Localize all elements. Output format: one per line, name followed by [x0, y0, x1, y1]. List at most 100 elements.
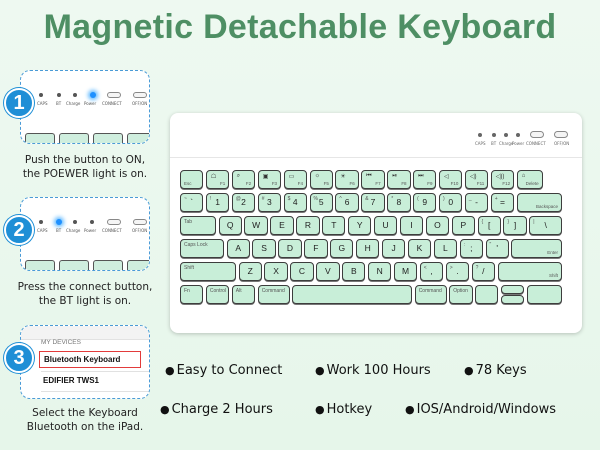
letter-key[interactable]: D: [278, 239, 302, 258]
key-label: F1: [220, 181, 226, 186]
letter-key[interactable]: N: [368, 262, 392, 281]
offon-label: OFF/ON: [132, 228, 148, 233]
shift-key-right[interactable]: Shift: [497, 262, 562, 281]
number-key[interactable]: * 8: [387, 193, 411, 212]
device-bluetooth-keyboard[interactable]: Bluetooth Keyboard: [44, 355, 120, 364]
letter-key[interactable]: L: [433, 239, 458, 258]
letter-key[interactable]: V: [316, 262, 340, 281]
number-key[interactable]: @2: [231, 193, 256, 212]
esc-key[interactable]: Esc: [180, 170, 204, 189]
punctuation-key[interactable]: ? /: [471, 262, 495, 281]
number-key[interactable]: ^ 6: [335, 193, 359, 212]
control-key[interactable]: Control: [205, 285, 230, 304]
letter-key[interactable]: P: [451, 216, 475, 235]
letter-key[interactable]: C: [290, 262, 314, 281]
letter-key[interactable]: K: [407, 239, 432, 258]
number-key[interactable]: _ -: [464, 193, 489, 212]
function-key[interactable]: ⏭ F9: [413, 170, 437, 189]
letter-key[interactable]: Q: [218, 216, 242, 235]
punctuation-key[interactable]: {[: [477, 216, 501, 235]
number-key[interactable]: $4: [283, 193, 307, 212]
command-key-right[interactable]: Command: [414, 285, 447, 304]
letter-key[interactable]: U: [373, 216, 398, 235]
function-key[interactable]: ☼ F5: [309, 170, 333, 189]
device-edifier[interactable]: EDIFIER TWS1: [43, 376, 99, 385]
function-key[interactable]: ☀ F6: [335, 170, 359, 189]
arrow-up-key[interactable]: [501, 285, 525, 294]
function-key[interactable]: ⌂ Delete: [516, 170, 543, 189]
letter-key[interactable]: W: [244, 216, 268, 235]
enter-key[interactable]: Enter: [511, 239, 562, 258]
letter-key[interactable]: O: [425, 216, 450, 235]
function-key[interactable]: ◁) F11: [464, 170, 489, 189]
mini-keys: [21, 129, 149, 143]
letter-key[interactable]: J: [381, 239, 406, 258]
function-key[interactable]: ▣ F3: [257, 170, 282, 189]
bt-led: [492, 133, 496, 137]
space-key[interactable]: [292, 285, 413, 304]
punctuation-key[interactable]: " ': [485, 239, 509, 258]
punctuation-key[interactable]: <,: [419, 262, 444, 281]
function-key[interactable]: ▭ F4: [283, 170, 307, 189]
function-key[interactable]: ◁)) F12: [490, 170, 515, 189]
letter-key[interactable]: E: [270, 216, 294, 235]
key-label: 9: [422, 197, 428, 207]
feature-text: Hotkey: [326, 402, 373, 417]
power-switch[interactable]: [554, 131, 568, 138]
letter-key[interactable]: G: [330, 239, 354, 258]
caps-label: CAPS: [37, 228, 48, 233]
letter-key[interactable]: X: [264, 262, 288, 281]
fn-key[interactable]: Fn: [180, 285, 204, 304]
feature-text: Easy to Connect: [176, 363, 283, 378]
number-key[interactable]: (9: [413, 193, 437, 212]
letter-key[interactable]: Y: [348, 216, 372, 235]
letter-key[interactable]: Z: [238, 262, 262, 281]
power-label: Power: [84, 101, 97, 106]
letter-key[interactable]: B: [342, 262, 366, 281]
key-label: Control: [209, 288, 227, 294]
function-key[interactable]: ◁ F10: [439, 170, 463, 189]
function-key[interactable]: ☖ F1: [205, 170, 230, 189]
arrow-left-key[interactable]: [475, 285, 499, 304]
arrow-down-key[interactable]: [501, 295, 525, 304]
arrow-right-key[interactable]: [526, 285, 562, 304]
function-key[interactable]: ⏯ F8: [387, 170, 411, 189]
number-key[interactable]: ) 0: [439, 193, 463, 212]
letter-key[interactable]: R: [296, 216, 320, 235]
tab-key[interactable]: Tab: [180, 216, 216, 235]
caps-lock-key[interactable]: Caps Lock: [180, 239, 224, 258]
number-key[interactable]: % 5: [309, 193, 333, 212]
number-key[interactable]: & 7: [361, 193, 385, 212]
punctuation-key[interactable]: | \: [529, 216, 562, 235]
function-key[interactable]: ⏮ F7: [361, 170, 385, 189]
number-key[interactable]: ! 1: [205, 193, 230, 212]
feature-work-hours: ● Work 100 Hours: [315, 363, 431, 378]
alt-key[interactable]: Alt: [231, 285, 256, 304]
key-label: F9: [427, 181, 433, 186]
letter-key[interactable]: M: [393, 262, 418, 281]
number-key[interactable]: ~ `: [180, 193, 204, 212]
letter-key[interactable]: I: [399, 216, 424, 235]
command-key-left[interactable]: Command: [257, 285, 290, 304]
letter-key[interactable]: F: [304, 239, 328, 258]
mini-key: [93, 133, 123, 143]
letter-key[interactable]: T: [322, 216, 346, 235]
number-key[interactable]: #3: [257, 193, 282, 212]
key-label: C: [298, 266, 306, 276]
connect-switch[interactable]: [530, 131, 544, 138]
key-label: U: [382, 220, 389, 230]
letter-key[interactable]: H: [356, 239, 380, 258]
number-key[interactable]: + =: [490, 193, 515, 212]
key-label: ⏮: [366, 173, 372, 179]
function-key[interactable]: ⌕ F2: [231, 170, 256, 189]
key-label: Alt: [235, 288, 242, 294]
letter-key[interactable]: A: [226, 239, 250, 258]
punctuation-key[interactable]: :;: [459, 239, 483, 258]
punctuation-key[interactable]: }]: [503, 216, 527, 235]
letter-key[interactable]: S: [252, 239, 276, 258]
option-key[interactable]: Option: [449, 285, 473, 304]
backspace-key[interactable]: Backspace: [516, 193, 562, 212]
key-label: /: [482, 266, 485, 276]
shift-key-left[interactable]: Shift: [180, 262, 236, 281]
punctuation-key[interactable]: >.: [445, 262, 470, 281]
